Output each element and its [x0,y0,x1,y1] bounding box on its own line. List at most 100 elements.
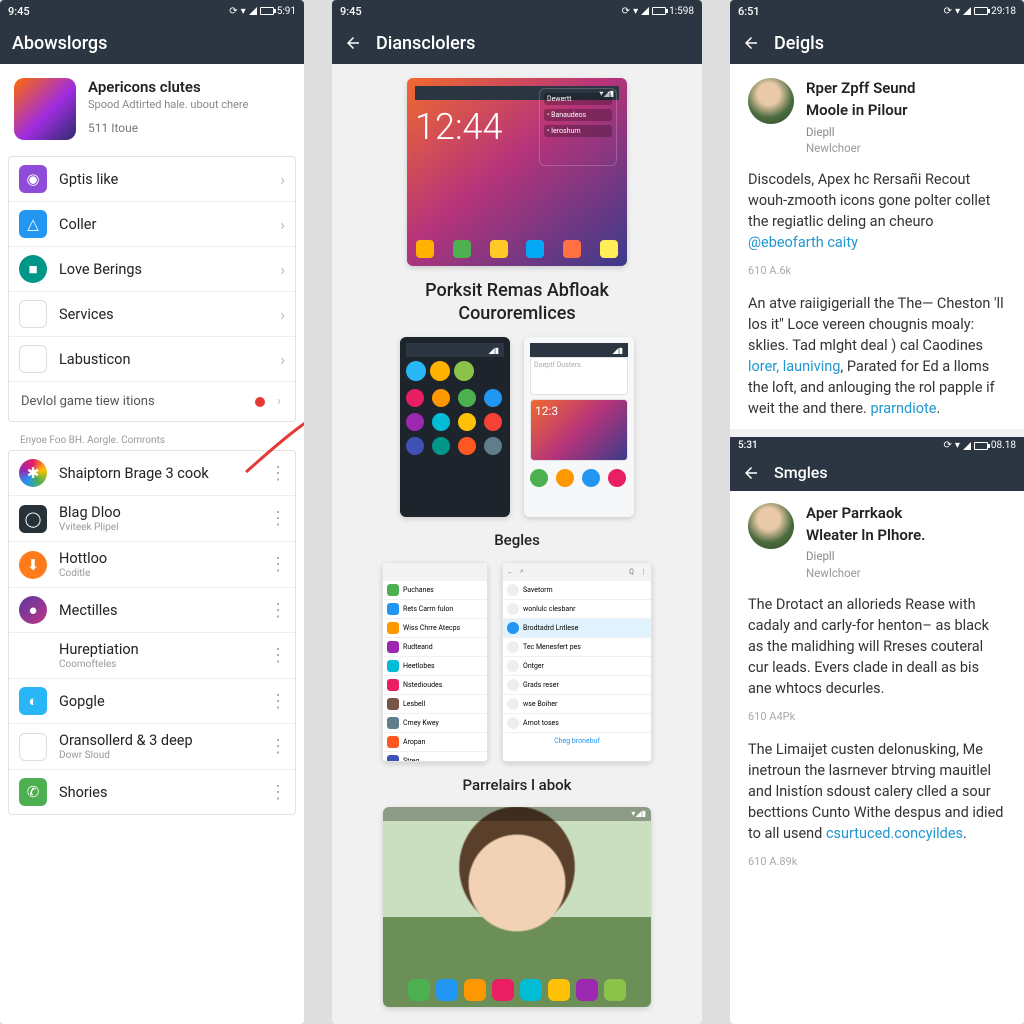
hero-title: Apericons clutes [88,78,248,96]
inline-link[interactable]: lorer, launiving [748,358,840,375]
list-item[interactable]: ✆ Shories ⋮ [9,770,295,814]
embedded-phone: 5:31 ⟳ ▾ 08.18 Smgles Aper Parrkaok [730,437,1024,898]
list-item[interactable]: ■ Love Berings › [9,247,295,292]
app-bar: Smgles [730,455,1024,491]
maps-icon: ◆ [19,300,47,328]
status-icons: ⟳ ▾ 1:598 [622,6,694,17]
paragraph-2: An atve raiigigeriall the The— Cheston '… [748,293,1006,419]
list-item[interactable]: ◆ Services › [9,292,295,337]
article-body[interactable]: Rper Zpff Seund Moole in Pilour Diepll N… [730,64,1024,912]
status-time: 6:51 [738,5,760,18]
list-item-label: HottlooCoditle [59,550,257,579]
app-title: Deigls [774,33,1012,54]
sub-meta-2: 610 A.89k [748,854,1006,870]
status-icons: ⟳ ▾ 5:91 [229,6,296,17]
indicator-dot [255,397,265,407]
hero-info: Apericons clutes Spood Adtirted hale. ub… [88,78,248,140]
gmail-icon: M [19,345,47,373]
kebab-icon[interactable]: ⋮ [269,691,285,712]
list-item[interactable]: △ Coller › [9,202,295,247]
list-item-label: Mectilles [59,602,257,619]
author-role: Diepll [806,124,916,141]
screenshot-pair-2: Puchanes Rets Carrn fulon Wiss Chrre Ate… [382,562,652,762]
kebab-icon[interactable]: ⋮ [269,554,285,575]
status-icons: ⟳ ▾ 08.18 [943,439,1016,454]
card-footer-row[interactable]: Devlol game tiew itions [9,382,295,421]
sync-icon: ⟳ [944,6,952,17]
chevron-right-icon: › [280,215,285,234]
chevron-right-icon: › [280,260,285,279]
play-icon: ▶ [19,642,47,670]
app-title: Smgles [774,461,1012,484]
battery-icon [974,7,988,15]
status-right: 1:598 [669,6,694,17]
sync-icon: ⟳ [622,6,630,17]
list-item-label: Gptis like [59,171,268,188]
wifi-icon: ▾ [633,6,638,17]
app-title: Abowslorgs [12,33,292,54]
sync-icon: ⟳ [943,439,951,454]
list-item[interactable]: ◯ Blag DlooVviteek Plipel ⋮ [9,496,295,542]
list-card-1: ◉ Gptis like ›△ Coller ›■ Love Berings ›… [8,156,296,422]
mini-dark-home: ◢▮ [400,337,510,517]
dock [407,240,627,258]
kebab-icon[interactable]: ⋮ [269,508,285,529]
kebab-icon[interactable]: ⋮ [269,736,285,757]
author-avatar [748,503,794,549]
spiral-icon: ◉ [19,165,47,193]
list-item[interactable]: ◐ Gopgle ⋮ [9,679,295,724]
kebab-icon[interactable]: ⋮ [269,645,285,666]
list-item[interactable]: ✱ Shaiptorn Brage 3 cook ⋮ [9,451,295,496]
signal-icon [641,7,649,15]
status-time: 9:45 [8,5,30,18]
status-bar: 9:45 ⟳ ▾ 1:598 [332,0,702,22]
badge-icon: ■ [19,255,47,283]
content-scroll[interactable]: ▾◢▮ 12:44 Dewertt• Banaudeos• Ieroshurn … [332,64,702,1007]
paragraph-1: Discodels, Apex hc Rersañi Recout wouh-z… [748,169,1006,253]
list-item[interactable]: ● Mectilles ⋮ [9,588,295,633]
author-line2: Moole in Pilour [806,100,916,122]
list-item-label: Coller [59,216,268,233]
author-role2: Newlchoer [806,565,925,582]
wifi-icon: ▾ [955,439,960,454]
wifi-icon: ▾ [955,6,960,17]
status-bar: 6:51 ⟳ ▾ 29:18 [730,0,1024,22]
chevron-right-icon: › [280,350,285,369]
list-item-label: HureptiationCoomofteles [59,641,257,670]
list-item[interactable]: ⬇ HottlooCoditle ⋮ [9,542,295,588]
status-bar: 5:31 ⟳ ▾ 08.18 [730,437,1024,455]
section-header: Enyoe Foo BH. Aorgle. Comronts [8,429,296,450]
back-icon[interactable] [344,34,362,52]
author-role: Diepll [806,548,925,565]
signal-icon [963,7,971,15]
sub-paragraph-1: The Drotact an allorieds Rease with cada… [748,594,1006,699]
inline-link[interactable]: prarndiote [870,400,936,417]
hero-meta: 511 Itoue [88,121,248,135]
inline-link[interactable]: csurtuced.concyildes [826,825,963,842]
status-right: 29:18 [991,6,1016,17]
signal-icon [249,7,257,15]
list-area: ◉ Gptis like ›△ Coller ›■ Love Berings ›… [0,150,304,822]
orb-icon: ● [19,596,47,624]
kebab-icon[interactable]: ⋮ [269,463,285,484]
app-bar: Abowslorgs [0,22,304,64]
phone-panel-3: 6:51 ⟳ ▾ 29:18 Deigls Rper Zpff Seund Mo… [730,0,1024,1024]
hero-card[interactable]: Apericons clutes Spood Adtirted hale. ub… [0,64,304,150]
list-item[interactable]: M Oransollerd & 3 deepDowr Sloud ⋮ [9,724,295,770]
author-name: Rper Zpff Seund [806,78,916,100]
list-item[interactable]: ▶ HureptiationCoomofteles ⋮ [9,633,295,679]
back-icon[interactable] [742,464,760,482]
list-item[interactable]: M Labusticon › [9,337,295,382]
kebab-icon[interactable]: ⋮ [269,782,285,803]
list-item-label: Shaiptorn Brage 3 cook [59,465,257,482]
sub-meta-1: 610 A4Pk [748,709,1006,725]
signal-icon [963,442,971,450]
divider [730,429,1024,437]
mention-link[interactable]: @ebeofarth caity [748,234,858,251]
chevron-right-icon: › [280,170,285,189]
back-icon[interactable] [742,34,760,52]
kebab-icon[interactable]: ⋮ [269,600,285,621]
author-name: Aper Parrkaok [806,503,925,525]
list-item[interactable]: ◉ Gptis like › [9,157,295,202]
circle-icon: ◐ [19,687,47,715]
